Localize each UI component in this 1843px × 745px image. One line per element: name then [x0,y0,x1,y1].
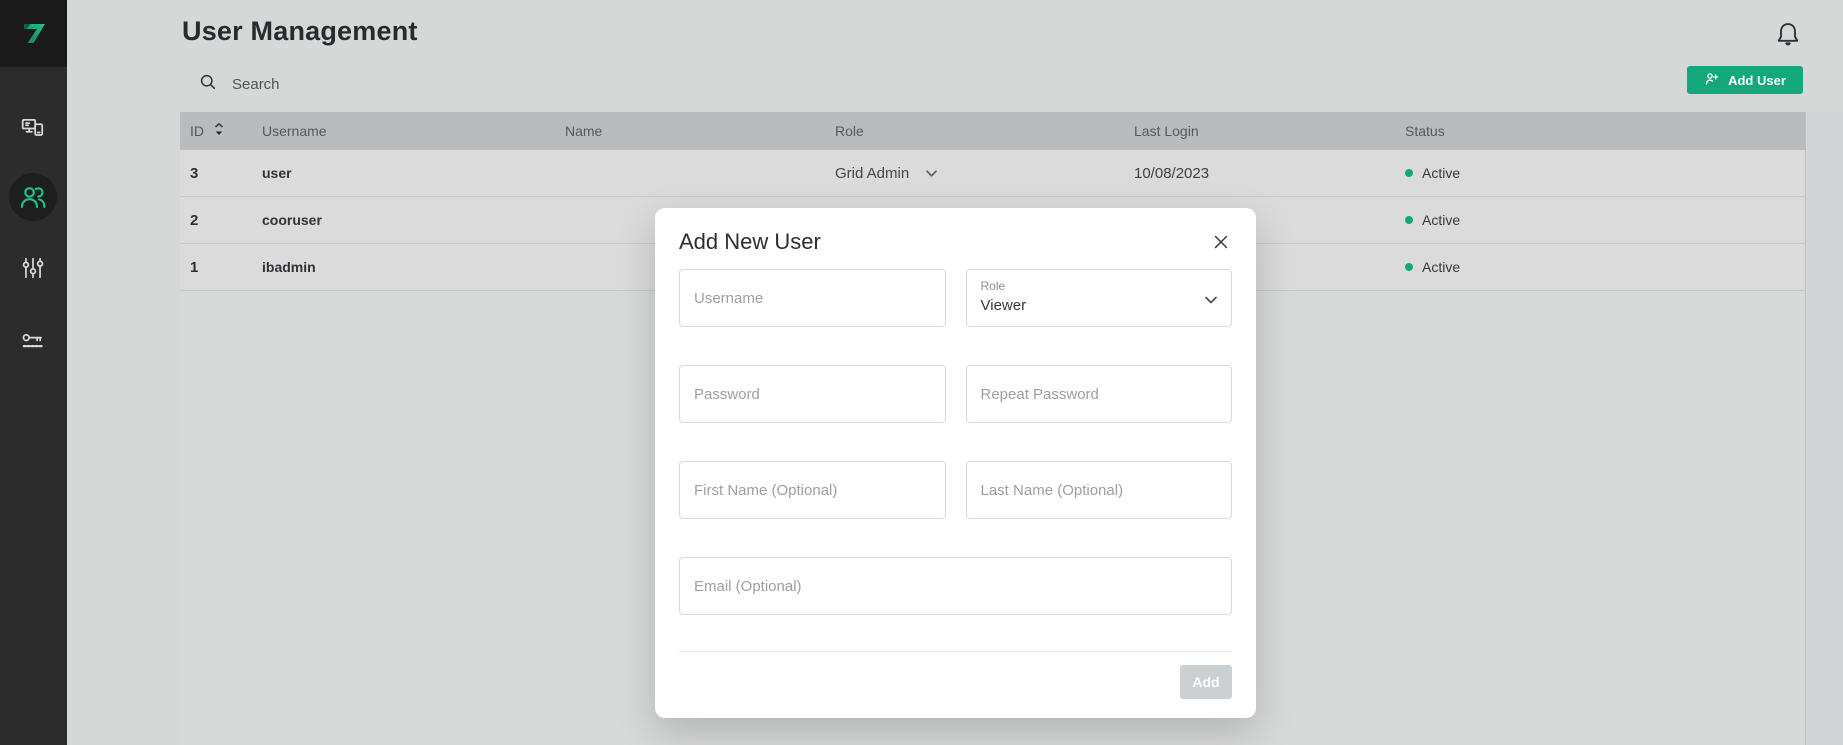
cell-username: ibadmin [262,259,565,275]
person-add-icon [1704,71,1720,90]
key-icon [20,329,46,355]
users-icon [18,182,48,212]
status-dot [1405,263,1413,271]
add-submit-button[interactable]: Add [1180,665,1232,699]
cell-id: 3 [180,165,262,182]
table-row[interactable]: 3 user Grid Admin 10/08/2023 Active [180,150,1805,197]
sliders-icon [20,255,46,281]
column-header-name[interactable]: Name [565,123,835,139]
status-badge: Active [1405,212,1805,228]
cell-last-login: 10/08/2023 [1134,165,1405,182]
column-header-status[interactable]: Status [1405,123,1805,139]
search-input[interactable] [232,76,592,93]
notifications-button[interactable] [1770,18,1806,54]
sidebar-item-users[interactable] [9,173,57,221]
add-user-form: Role Viewer [679,269,1232,615]
search-icon [198,72,218,97]
sidebar-item-settings[interactable] [9,244,57,292]
status-badge: Active [1405,165,1805,181]
modal-title: Add New User [679,229,821,255]
sidebar-item-keys[interactable] [9,318,57,366]
chevron-down-icon [1204,292,1218,310]
role-select-label: Role [981,279,1218,293]
cell-username: user [262,165,565,181]
last-name-field[interactable] [966,461,1233,519]
username-field[interactable] [679,269,946,327]
devices-icon [20,115,46,141]
page-title: User Management [182,16,418,47]
logo-icon [16,13,52,54]
column-header-username[interactable]: Username [262,123,565,139]
column-header-id[interactable]: ID [180,122,262,140]
add-new-user-modal: Add New User Role Viewer Add [655,208,1256,718]
sort-icon[interactable] [213,122,225,140]
content-gutter [1807,112,1843,745]
add-user-button[interactable]: Add User [1687,66,1803,94]
close-icon [1212,239,1230,254]
close-button[interactable] [1210,231,1232,256]
table-header-row: ID Username Name Role Last Login Status [180,112,1805,150]
add-user-label: Add User [1728,73,1786,88]
cell-id: 2 [180,212,262,229]
repeat-password-field[interactable] [966,365,1233,423]
role-select[interactable]: Role Viewer [966,269,1233,327]
sidebar [0,0,67,745]
column-header-role[interactable]: Role [835,123,1134,139]
app-logo[interactable] [0,0,67,67]
chevron-down-icon [925,165,938,182]
role-dropdown[interactable]: Grid Admin [835,165,938,182]
first-name-field[interactable] [679,461,946,519]
cell-id: 1 [180,259,262,276]
column-header-lastlogin[interactable]: Last Login [1134,123,1405,139]
sidebar-item-devices[interactable] [9,104,57,152]
cell-username: cooruser [262,212,565,228]
status-dot [1405,216,1413,224]
email-field[interactable] [679,557,1232,615]
password-field[interactable] [679,365,946,423]
search-bar [198,72,618,97]
bell-icon [1773,20,1803,53]
role-select-value: Viewer [981,297,1218,314]
status-badge: Active [1405,259,1805,275]
status-dot [1405,169,1413,177]
